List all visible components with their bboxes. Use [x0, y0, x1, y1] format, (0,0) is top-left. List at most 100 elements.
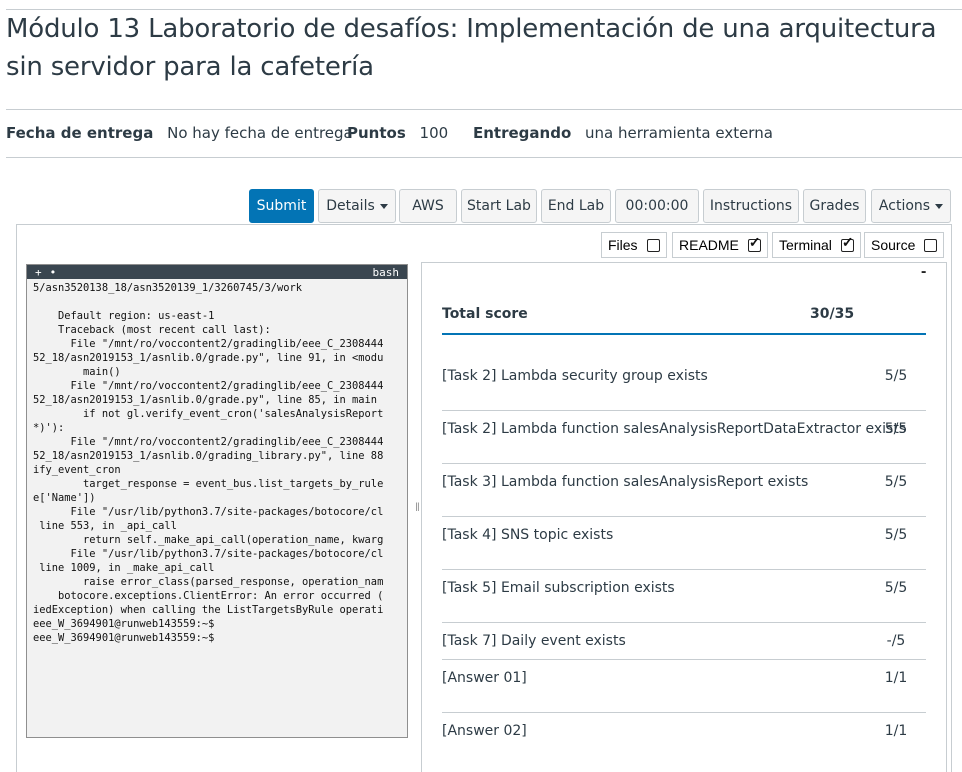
grade-row-label: [Answer 01] — [442, 670, 527, 686]
row-divider — [442, 659, 926, 660]
grade-row-label: [Task 7] Daily event exists — [442, 633, 626, 649]
terminal-line: 52_18/asn2019153_1/asnlib.0/grade.py", l… — [33, 394, 378, 406]
submit-button[interactable]: Submit — [249, 189, 314, 223]
terminal-line: File "/mnt/ro/voccontent2/gradinglib/eee… — [33, 436, 384, 448]
terminal-line: File "/usr/lib/python3.7/site-packages/b… — [33, 506, 384, 518]
start-lab-button[interactable]: Start Lab — [461, 189, 537, 223]
terminal-panel[interactable]: + • bash 5/asn3520138_18/asn3520139_1/32… — [26, 264, 408, 738]
grade-row-score: -/5 — [886, 633, 906, 649]
actions-label: Actions — [878, 198, 931, 214]
row-divider — [442, 622, 926, 623]
terminal-tab-bar: + • bash — [27, 265, 407, 279]
divider — [6, 157, 962, 158]
total-score-value: 30/35 — [810, 306, 855, 322]
total-score-label: Total score — [442, 306, 528, 322]
toggle-files[interactable]: Files — [601, 232, 667, 258]
terminal-line: Default region: us-east-1 — [33, 310, 215, 322]
terminal-line: File "/mnt/ro/voccontent2/gradinglib/eee… — [33, 380, 384, 392]
toggle-readme-label: README — [679, 237, 739, 253]
grade-row-score: 5/5 — [884, 421, 908, 437]
toggle-terminal[interactable]: Terminal — [772, 232, 861, 258]
terminal-line: 5/asn3520138_18/asn3520139_1/3260745/3/w… — [33, 282, 302, 294]
caret-down-icon — [379, 203, 388, 209]
checkbox-icon — [646, 238, 660, 252]
new-terminal-icon[interactable]: + — [35, 266, 42, 279]
submitting-label: Entregando — [473, 124, 572, 142]
timer-value: 00:00:00 — [625, 198, 689, 214]
start-lab-label: Start Lab — [467, 198, 531, 214]
terminal-shell-tab[interactable]: bash — [373, 266, 400, 279]
grade-row-score: 1/1 — [884, 670, 908, 686]
due-label: Fecha de entrega — [6, 124, 154, 142]
terminal-line: e['Name']) — [33, 492, 96, 504]
row-divider — [442, 712, 926, 713]
collapse-icon[interactable]: - — [921, 263, 926, 281]
points: Puntos 100 — [347, 124, 448, 142]
grade-row-label: [Task 3] Lambda function salesAnalysisRe… — [442, 474, 809, 490]
terminal-line: if not gl.verify_event_cron('salesAnalys… — [33, 408, 384, 420]
terminal-line: Traceback (most recent call last): — [33, 324, 271, 336]
submit-label: Submit — [256, 198, 307, 214]
terminal-line: File "/mnt/ro/voccontent2/gradinglib/eee… — [33, 338, 384, 350]
instructions-button[interactable]: Instructions — [703, 189, 799, 223]
end-lab-button[interactable]: End Lab — [541, 189, 611, 223]
grade-row-label: [Answer 02] — [442, 723, 527, 739]
grade-row-score: 5/5 — [884, 474, 908, 490]
end-lab-label: End Lab — [547, 198, 605, 214]
grades-label: Grades — [809, 198, 860, 214]
actions-dropdown[interactable]: Actions — [871, 189, 951, 223]
points-label: Puntos — [347, 124, 406, 142]
row-divider — [442, 516, 926, 517]
total-underline — [442, 333, 926, 335]
terminal-line: eee_W_3694901@runweb143559:~$ — [33, 618, 215, 630]
terminal-line: botocore.exceptions.ClientError: An erro… — [33, 590, 384, 602]
terminal-line: line 553, in _api_call — [33, 520, 177, 532]
terminal-line: *)'): — [33, 422, 65, 434]
terminal-dot-icon: • — [49, 265, 57, 279]
checkbox-icon — [924, 238, 938, 252]
instructions-label: Instructions — [709, 198, 793, 214]
terminal-line: raise error_class(parsed_response, opera… — [33, 576, 384, 588]
terminal-line: File "/usr/lib/python3.7/site-packages/b… — [33, 548, 384, 560]
toggle-source-label: Source — [871, 237, 916, 253]
grade-row-score: 5/5 — [884, 527, 908, 543]
submitting: Entregando una herramienta externa — [473, 124, 773, 142]
terminal-line: ify_event_cron — [33, 464, 121, 476]
details-label: Details — [326, 198, 375, 214]
terminal-line: main() — [33, 366, 121, 378]
due-value: No hay fecha de entrega — [167, 124, 353, 142]
terminal-line: 52_18/asn2019153_1/asnlib.0/grading_libr… — [33, 450, 384, 462]
terminal-line: line 1009, in _make_api_call — [33, 562, 215, 574]
terminal-line: iedException) when calling the ListTarge… — [33, 604, 384, 616]
divider — [6, 109, 962, 110]
row-divider — [442, 463, 926, 464]
terminal-line: return self._make_api_call(operation_nam… — [33, 534, 384, 546]
terminal-line: target_response = event_bus.list_targets… — [33, 478, 384, 490]
caret-down-icon — [935, 203, 944, 209]
submitting-value: una herramienta externa — [585, 124, 773, 142]
resize-handle-icon[interactable]: ‖ — [415, 500, 420, 514]
row-divider — [442, 410, 926, 411]
aws-label: AWS — [412, 198, 444, 214]
session-timer: 00:00:00 — [615, 189, 699, 223]
details-dropdown[interactable]: Details — [318, 189, 396, 223]
due-date: Fecha de entrega No hay fecha de entrega — [6, 124, 353, 142]
grade-row-label: [Task 4] SNS topic exists — [442, 527, 614, 543]
points-value: 100 — [419, 124, 449, 142]
terminal-line: 52_18/asn2019153_1/asnlib.0/grade.py", l… — [33, 352, 384, 364]
grade-row-label: [Task 2] Lambda function salesAnalysisRe… — [442, 421, 907, 437]
terminal-line: eee_W_3694901@runweb143559:~$ — [33, 632, 215, 644]
checkbox-checked-icon — [747, 234, 761, 252]
grade-row-score: 5/5 — [884, 368, 908, 384]
grades-button[interactable]: Grades — [803, 189, 866, 223]
grade-row-score: 1/1 — [884, 723, 908, 739]
terminal-output[interactable]: 5/asn3520138_18/asn3520139_1/3260745/3/w… — [27, 279, 407, 645]
toggle-readme[interactable]: README — [672, 232, 768, 258]
aws-button[interactable]: AWS — [399, 189, 457, 223]
row-divider — [442, 569, 926, 570]
toggle-source[interactable]: Source — [864, 232, 945, 258]
page-title: Módulo 13 Laboratorio de desafíos: Imple… — [6, 14, 937, 82]
checkbox-checked-icon — [840, 234, 854, 252]
grade-row-score: 5/5 — [884, 580, 908, 596]
